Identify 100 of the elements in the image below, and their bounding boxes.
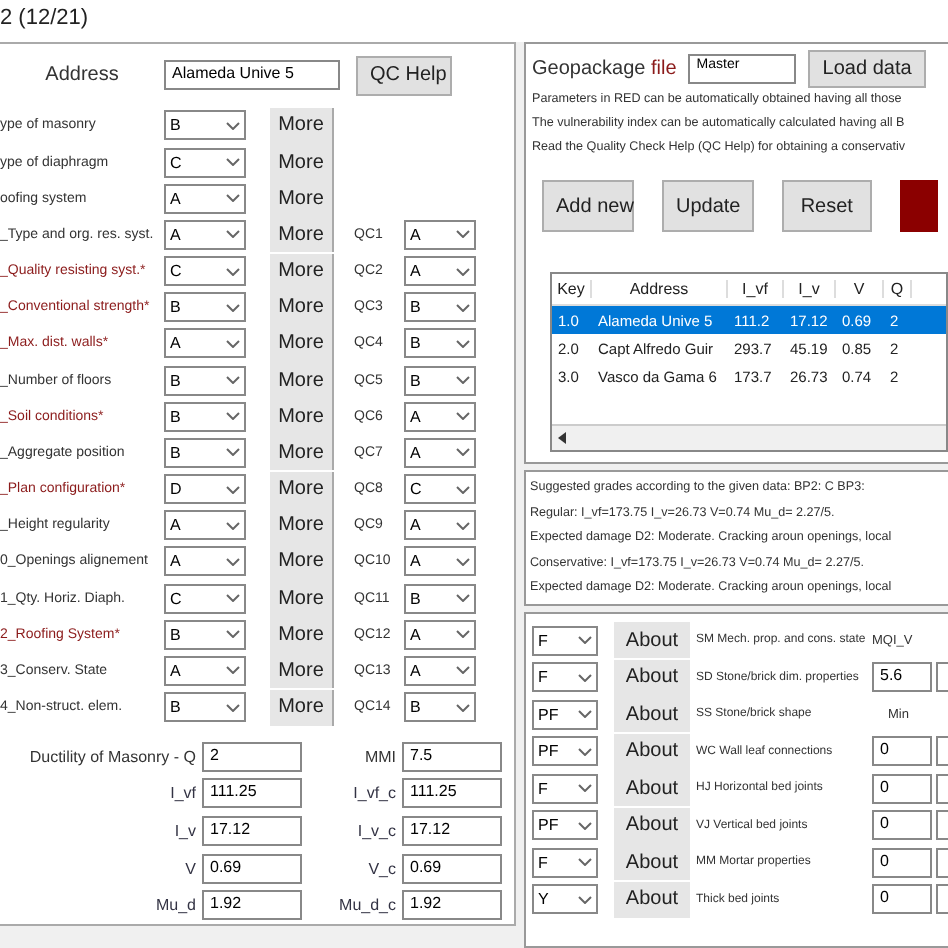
more-button[interactable]: More [270, 543, 334, 580]
chevron-down-icon [456, 630, 470, 639]
dropdown[interactable]: B [164, 292, 246, 323]
action-button[interactable]: Reset [782, 180, 872, 232]
about-button[interactable]: About [614, 807, 690, 844]
about-button[interactable]: About [614, 844, 690, 881]
action-button[interactable]: Update [662, 180, 754, 232]
more-button[interactable]: More [270, 325, 334, 362]
column-header[interactable]: I_v [784, 280, 836, 298]
delete-button[interactable] [899, 180, 938, 232]
about-button[interactable]: About [614, 770, 690, 807]
dropdown[interactable]: A [404, 510, 476, 541]
dropdown[interactable]: C [164, 583, 246, 614]
dropdown[interactable]: F [532, 847, 598, 878]
column-header[interactable]: Q [884, 280, 912, 298]
dropdown[interactable]: C [164, 256, 246, 287]
more-button[interactable]: More [270, 434, 334, 471]
about-button[interactable]: About [614, 659, 690, 696]
column-header[interactable]: V [836, 280, 884, 298]
more-button[interactable]: More [270, 253, 334, 290]
about-button[interactable]: About [614, 696, 690, 733]
dropdown[interactable]: B [164, 437, 246, 468]
about-button[interactable]: About [614, 622, 690, 659]
dropdown[interactable]: B [164, 365, 246, 396]
more-button[interactable]: More [270, 652, 334, 689]
dropdown[interactable]: A [404, 655, 476, 686]
column-header[interactable]: Address [592, 280, 728, 298]
dropdown[interactable]: B [164, 110, 246, 141]
dropdown[interactable]: A [164, 510, 246, 541]
more-button[interactable]: More [270, 616, 334, 653]
dropdown[interactable]: C [164, 147, 246, 178]
result-field[interactable]: 0.69 [202, 853, 302, 884]
dropdown[interactable]: A [404, 401, 476, 432]
column-header[interactable]: I_vf [728, 280, 784, 298]
dropdown[interactable]: F [532, 625, 598, 656]
dropdown[interactable]: A [404, 546, 476, 577]
dropdown[interactable]: A [164, 328, 246, 359]
dropdown[interactable]: A [164, 655, 246, 686]
horizontal-scrollbar[interactable] [552, 424, 946, 450]
geopackage-label: Geopackage file [532, 57, 677, 79]
more-button[interactable]: More [270, 362, 334, 399]
load-data-button[interactable]: Load data [808, 49, 926, 87]
dropdown[interactable]: A [404, 619, 476, 650]
dropdown[interactable]: PF [532, 736, 598, 767]
scroll-left-icon[interactable] [558, 432, 566, 444]
more-button[interactable]: More [270, 107, 334, 144]
dropdown[interactable]: B [404, 692, 476, 723]
dropdown[interactable]: C [404, 474, 476, 505]
result-field[interactable]: 17.12 [402, 815, 502, 846]
dropdown[interactable]: PF [532, 699, 598, 730]
about-button[interactable]: About [614, 881, 690, 918]
result-field[interactable]: 2 [202, 741, 302, 772]
value-field[interactable]: 5.6 [872, 662, 932, 693]
value-field[interactable]: 0 [872, 810, 932, 841]
dropdown[interactable]: A [404, 256, 476, 287]
value-field[interactable]: 0 [872, 884, 932, 915]
result-field[interactable]: 7.5 [402, 741, 502, 772]
result-field[interactable]: 111.25 [402, 778, 502, 809]
value-field[interactable]: 0 [872, 847, 932, 878]
more-button[interactable]: More [270, 471, 334, 508]
more-button[interactable]: More [270, 507, 334, 544]
dropdown[interactable]: F [532, 662, 598, 693]
more-button[interactable]: More [270, 144, 334, 181]
dropdown[interactable]: B [164, 692, 246, 723]
more-button[interactable]: More [270, 398, 334, 435]
dropdown[interactable]: B [404, 292, 476, 323]
address-field[interactable]: Alameda Unive 5 [164, 60, 340, 91]
dropdown[interactable]: A [164, 219, 246, 250]
result-field[interactable]: 17.12 [202, 815, 302, 846]
column-header[interactable]: Key [552, 280, 592, 298]
dropdown[interactable]: A [404, 437, 476, 468]
result-field[interactable]: 1.92 [202, 890, 302, 921]
result-field[interactable]: 0.69 [402, 853, 502, 884]
dropdown[interactable]: B [404, 365, 476, 396]
dropdown[interactable]: A [404, 219, 476, 250]
more-button[interactable]: More [270, 180, 334, 217]
qc-help-button[interactable]: QC Help [356, 55, 452, 96]
action-button[interactable]: Add new [542, 180, 634, 232]
chevron-down-icon [226, 485, 240, 494]
result-field[interactable]: 111.25 [202, 778, 302, 809]
chevron-down-icon [578, 821, 592, 830]
dropdown[interactable]: B [164, 619, 246, 650]
dropdown[interactable]: B [404, 328, 476, 359]
dropdown[interactable]: A [164, 183, 246, 214]
more-button[interactable]: More [270, 689, 334, 726]
result-field[interactable]: 1.92 [402, 890, 502, 921]
dropdown[interactable]: Y [532, 884, 598, 915]
more-button[interactable]: More [270, 216, 334, 253]
more-button[interactable]: More [270, 289, 334, 326]
about-button[interactable]: About [614, 733, 690, 770]
dropdown[interactable]: B [404, 583, 476, 614]
dropdown[interactable]: F [532, 773, 598, 804]
value-field[interactable]: 0 [872, 736, 932, 767]
result-label: Mu_d_c [337, 896, 396, 915]
dropdown[interactable]: B [164, 401, 246, 432]
dropdown[interactable]: D [164, 474, 246, 505]
value-field[interactable]: 0 [872, 773, 932, 804]
more-button[interactable]: More [270, 580, 334, 617]
dropdown[interactable]: PF [532, 810, 598, 841]
dropdown[interactable]: A [164, 546, 246, 577]
